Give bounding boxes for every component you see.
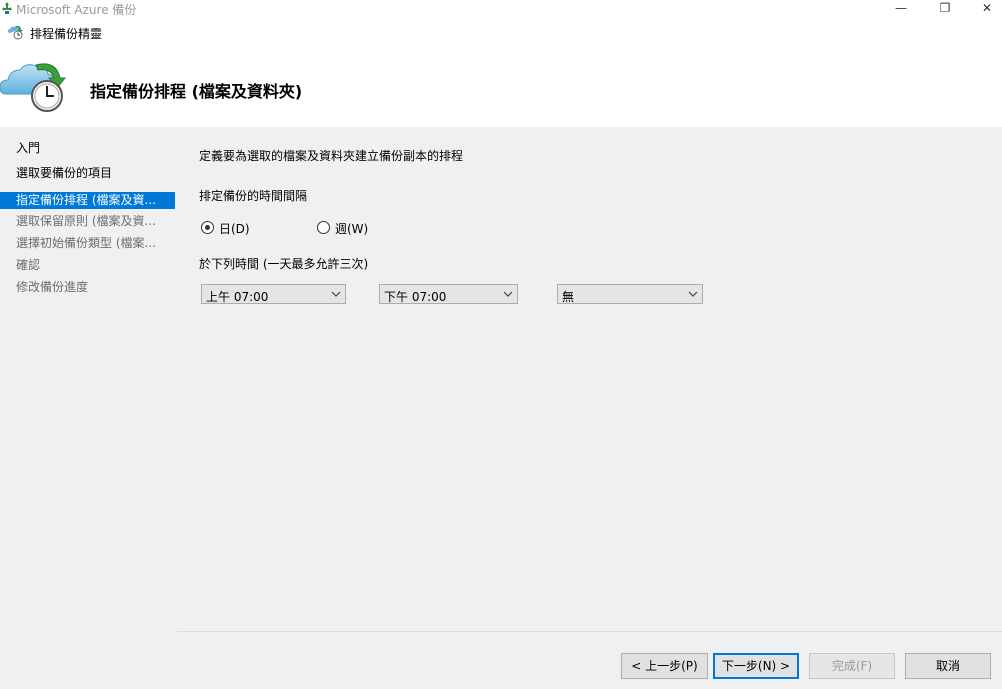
close-button[interactable]: ✕ <box>972 0 1002 17</box>
nav-step-modify-progress: 修改備份進度 <box>16 280 89 294</box>
next-button[interactable]: 下一步(N) > <box>713 653 799 679</box>
times-label: 於下列時間 (一天最多允許三次) <box>199 257 369 271</box>
wizard-header: 排程備份精靈 <box>0 18 1002 46</box>
time-select-1[interactable]: 上午 07:00 <box>201 284 346 304</box>
schedule-wizard-icon <box>8 25 23 40</box>
nav-step-getting-started[interactable]: 入門 <box>0 140 175 157</box>
window-title: Microsoft Azure 備份 <box>16 3 137 17</box>
time-select-1-value: 上午 07:00 <box>206 290 269 304</box>
nav-step-confirmation: 確認 <box>16 258 41 272</box>
azure-backup-app-icon <box>2 2 12 14</box>
chevron-down-icon <box>331 291 341 297</box>
previous-button[interactable]: < 上一步(P) <box>621 653 708 679</box>
time-select-2-value: 下午 07:00 <box>384 290 447 304</box>
page-banner: 指定備份排程 (檔案及資料夾) <box>0 46 1002 127</box>
time-select-2[interactable]: 下午 07:00 <box>379 284 518 304</box>
cloud-clock-icon <box>0 63 67 112</box>
nav-step-retention-policy: 選取保留原則 (檔案及資... <box>16 214 156 228</box>
radio-circle <box>201 221 214 234</box>
nav-step-select-items[interactable]: 選取要備份的項目 <box>0 165 175 182</box>
radio-circle <box>317 221 330 234</box>
schedule-description: 定義要為選取的檔案及資料夾建立備份副本的排程 <box>199 149 464 163</box>
window-titlebar: Microsoft Azure 備份 — ❐ ✕ <box>0 0 1002 17</box>
weekly-radio[interactable]: 週(W) <box>317 220 377 236</box>
weekly-radio-label: 週(W) <box>335 222 369 236</box>
wizard-footer: < 上一步(P) 下一步(N) > 完成(F) 取消 <box>177 631 1002 689</box>
time-select-3[interactable]: 無 <box>557 284 703 304</box>
radio-checked-dot <box>205 225 210 230</box>
nav-step-backup-schedule[interactable]: 指定備份排程 (檔案及資... <box>0 192 175 209</box>
wizard-steps-nav: 入門 選取要備份的項目 指定備份排程 (檔案及資... 選取保留原則 (檔案及資… <box>0 127 177 689</box>
daily-radio[interactable]: 日(D) <box>201 220 261 236</box>
chevron-down-icon <box>688 291 698 297</box>
finish-button: 完成(F) <box>809 653 895 679</box>
chevron-down-icon <box>503 291 513 297</box>
wizard-title: 排程備份精靈 <box>30 27 103 41</box>
time-select-3-value: 無 <box>562 290 575 304</box>
daily-radio-label: 日(D) <box>219 222 250 236</box>
nav-step-initial-backup-type: 選擇初始備份類型 (檔案... <box>16 236 156 250</box>
interval-label: 排定備份的時間間隔 <box>199 189 308 203</box>
cancel-button[interactable]: 取消 <box>905 653 991 679</box>
page-title: 指定備份排程 (檔案及資料夾) <box>90 82 303 101</box>
maximize-button[interactable]: ❐ <box>930 0 960 17</box>
main-panel: 定義要為選取的檔案及資料夾建立備份副本的排程 排定備份的時間間隔 日(D) 週(… <box>177 127 1002 631</box>
minimize-button[interactable]: — <box>886 0 916 17</box>
